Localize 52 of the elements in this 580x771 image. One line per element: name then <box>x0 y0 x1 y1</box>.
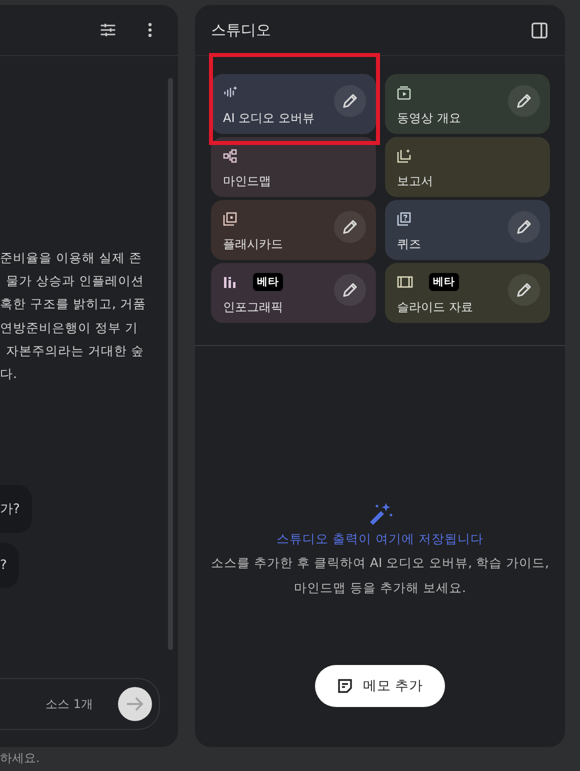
edit-button[interactable] <box>508 85 540 117</box>
edit-button[interactable] <box>334 85 366 117</box>
empty-state-text: 소스를 추가한 후 클릭하여 AI 오디오 오버뷰, 학습 가이드, 마인드맵 등을 추가해 보세요. <box>210 554 550 597</box>
bar-chart-icon <box>223 274 237 288</box>
studio-card[interactable]: 퀴즈 <box>385 200 550 260</box>
studio-card[interactable]: 마인드맵 <box>211 137 376 197</box>
summary-line: 자본주의라는 거대한 숲 <box>5 342 145 360</box>
edit-button[interactable] <box>508 274 540 306</box>
studio-card[interactable]: 베타 인포그래픽 <box>211 263 376 323</box>
beta-badge: 베타 <box>253 272 283 290</box>
report-icon <box>397 148 411 162</box>
studio-card[interactable]: 보고서 <box>385 137 550 197</box>
mindmap-icon <box>223 148 237 162</box>
chat-input-field[interactable]: 소스 1개 <box>0 678 160 730</box>
footer-text: 하세요. <box>0 750 41 767</box>
studio-card[interactable]: 동영상 개요 <box>385 74 550 134</box>
send-button[interactable] <box>118 687 152 721</box>
edit-button[interactable] <box>334 211 366 243</box>
edit-button[interactable] <box>334 274 366 306</box>
summary-line: 준비율을 이용해 실제 존 <box>0 249 143 267</box>
video-icon <box>397 86 411 100</box>
beta-badge: 베타 <box>429 272 459 290</box>
card-label: 보고서 <box>397 173 434 190</box>
slides-icon <box>397 274 413 288</box>
empty-state-title: 스튜디오 출력이 여기에 저장됩니다 <box>276 531 484 548</box>
summary-line: 혹한 구조를 밝히고, 거품 <box>0 295 147 314</box>
studio-card[interactable]: 베타 슬라이드 자료 <box>385 263 550 323</box>
question-bubble[interactable]: 가? <box>0 485 32 534</box>
card-label: 마인드맵 <box>223 173 272 190</box>
flashcard-icon <box>223 212 237 226</box>
card-label: 플래시카드 <box>223 236 284 253</box>
edit-button[interactable] <box>508 211 540 243</box>
summary-line: 다. <box>0 365 18 384</box>
card-label: 퀴즈 <box>397 236 422 253</box>
source-count: 소스 1개 <box>46 696 93 712</box>
panel-title: 스튜디오 <box>211 20 271 40</box>
studio-card[interactable]: 플래시카드 <box>211 200 376 260</box>
card-label: 인포그래픽 <box>223 299 284 316</box>
summary-line: 연방준비은행이 정부 기 <box>0 318 139 337</box>
question-bubble[interactable]: ? <box>0 543 19 588</box>
add-note-button[interactable]: 메모 추가 <box>314 665 446 707</box>
studio-card[interactable]: AI 오디오 오버뷰 <box>211 74 376 134</box>
scrollbar[interactable] <box>168 78 173 650</box>
note-icon <box>336 678 353 694</box>
card-label: AI 오디오 오버뷰 <box>223 110 316 127</box>
card-label: 슬라이드 자료 <box>397 299 474 316</box>
sliders-icon[interactable] <box>99 21 117 39</box>
panel-toggle-icon[interactable] <box>531 22 548 38</box>
summary-line: 물가 상승과 인플레이션 <box>5 272 145 290</box>
quiz-icon <box>397 212 411 226</box>
card-label: 동영상 개요 <box>397 110 462 127</box>
waveform-icon <box>223 86 238 99</box>
